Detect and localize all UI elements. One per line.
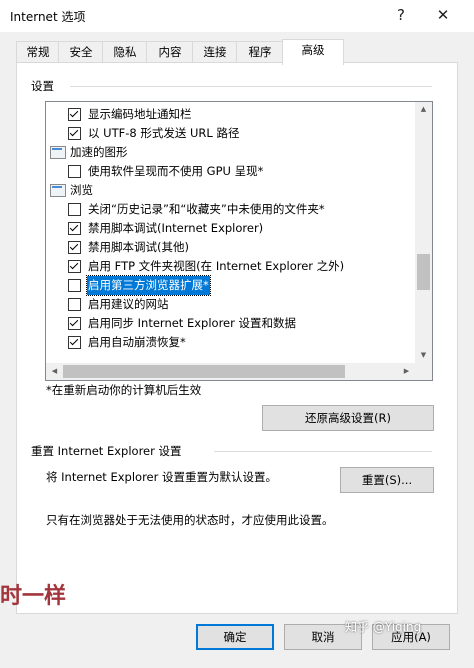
folder-icon [50,146,66,159]
reset-group-label: 重置 Internet Explorer 设置 [31,444,182,458]
setting-label: 显示编码地址通知栏 [88,107,192,121]
restore-advanced-button[interactable]: 还原高级设置(R) [262,405,434,431]
reset-button[interactable]: 重置(S)... [340,467,434,493]
watermark-text-left: 时一样 [0,584,67,609]
setting-label: 启用建议的网站 [88,297,169,311]
title-bar: Internet 选项 ? ✕ [0,0,474,32]
settings-group-label: 设置 [31,79,54,93]
checkbox[interactable] [68,108,81,121]
window-title: Internet 选项 [10,10,86,24]
setting-label: 使用软件呈现而不使用 GPU 呈现* [88,164,264,178]
setting-label: 启用同步 Internet Explorer 设置和数据 [88,316,297,330]
tab-security[interactable]: 安全 [58,41,104,63]
checkbox[interactable] [68,165,81,178]
close-button[interactable]: ✕ [428,2,458,28]
setting-label: 启用第三方浏览器扩展* [86,275,211,296]
setting-label: 禁用脚本调试(其他) [88,240,189,254]
checkbox[interactable] [68,279,81,292]
settings-divider [70,86,432,87]
reset-note: 只有在浏览器处于无法使用的状态时，才应使用此设置。 [46,513,334,527]
checkbox[interactable] [68,336,81,349]
tab-connections[interactable]: 连接 [192,41,238,63]
category-label: 加速的图形 [70,145,128,159]
horizontal-scrollbar[interactable]: ◀ ▶ [46,363,432,380]
setting-label: 关闭“历史记录”和“收藏夹”中未使用的文件夹* [88,202,325,216]
vertical-scroll-thumb[interactable] [417,254,430,290]
checkbox[interactable] [68,222,81,235]
tab-advanced[interactable]: 高级 [282,39,344,65]
setting-label: 以 UTF-8 形式发送 URL 路径 [88,126,240,140]
scroll-down-arrow-icon[interactable]: ▼ [415,348,432,363]
checkbox[interactable] [68,298,81,311]
restart-note: *在重新启动你的计算机后生效 [46,383,202,397]
checkbox[interactable] [68,127,81,140]
scroll-up-arrow-icon[interactable]: ▲ [415,102,432,117]
checkbox[interactable] [68,241,81,254]
tab-content[interactable]: 内容 [146,41,194,63]
settings-tree[interactable]: 显示编码地址通知栏 以 UTF-8 形式发送 URL 路径 加速的图形 使用软件… [45,101,433,381]
setting-label: 启用 FTP 文件夹视图(在 Internet Explorer 之外) [88,259,345,273]
watermark-text-right: 知乎 @Yiqing [345,620,422,634]
scroll-right-arrow-icon[interactable]: ▶ [398,364,415,379]
reset-description: 将 Internet Explorer 设置重置为默认设置。 [46,470,278,484]
setting-label: 启用自动崩溃恢复* [88,335,186,349]
category-label: 浏览 [70,183,93,197]
vertical-scrollbar[interactable]: ▲ ▼ [415,102,432,363]
tab-general[interactable]: 常规 [16,41,60,63]
reset-divider [214,451,432,452]
setting-label: 禁用脚本调试(Internet Explorer) [88,221,264,235]
horizontal-scroll-thumb[interactable] [63,365,345,378]
help-button[interactable]: ? [386,2,416,28]
folder-icon [50,184,66,197]
checkbox[interactable] [68,203,81,216]
checkbox[interactable] [68,317,81,330]
tab-programs[interactable]: 程序 [236,41,284,63]
ok-button[interactable]: 确定 [196,624,274,650]
scroll-left-arrow-icon[interactable]: ◀ [46,364,63,379]
tab-privacy[interactable]: 隐私 [102,41,148,63]
checkbox[interactable] [68,260,81,273]
